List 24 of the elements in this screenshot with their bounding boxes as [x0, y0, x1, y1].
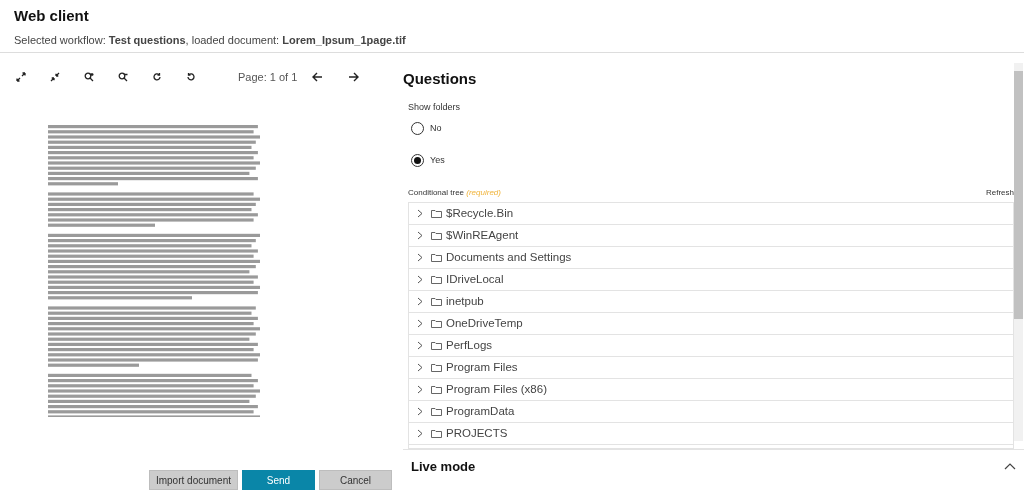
- radio-label: Yes: [430, 153, 445, 167]
- tree-item[interactable]: Program Files (x86): [409, 379, 1013, 402]
- action-button[interactable]: Send: [242, 470, 315, 490]
- tree-item[interactable]: Documents and Settings: [409, 247, 1013, 270]
- tree-item[interactable]: $Recycle.Bin: [409, 203, 1013, 226]
- page-title: Web client: [14, 7, 89, 26]
- page-indicator: Page: 1 of 1: [238, 69, 298, 85]
- tree-item[interactable]: ProgramData: [409, 401, 1013, 424]
- field-label: Conditional tree (required): [408, 187, 501, 200]
- refresh-link[interactable]: Refresh: [986, 187, 1014, 200]
- action-button[interactable]: Import document: [148, 470, 238, 490]
- tree-item[interactable]: IDriveLocal: [409, 269, 1013, 292]
- tree-item[interactable]: OneDriveTemp: [409, 313, 1013, 336]
- tree-item[interactable]: PerfLogs: [409, 335, 1013, 358]
- radio-label: No: [430, 121, 442, 135]
- section-title: Questions: [403, 70, 477, 89]
- field-label: Show folders: [408, 100, 461, 114]
- workflow-info: Selected workflow: Test questions, loaded document: Lorem_Ipsum_1page.tif: [14, 33, 406, 48]
- tree-item[interactable]: inetpub: [409, 291, 1013, 314]
- action-button[interactable]: Cancel: [319, 470, 392, 490]
- tree-item[interactable]: $WinREAgent: [409, 225, 1013, 248]
- tree-item[interactable]: Program Files: [409, 357, 1013, 380]
- section-title: Live mode: [411, 458, 476, 476]
- tree-item[interactable]: PROJECTS: [409, 423, 1013, 446]
